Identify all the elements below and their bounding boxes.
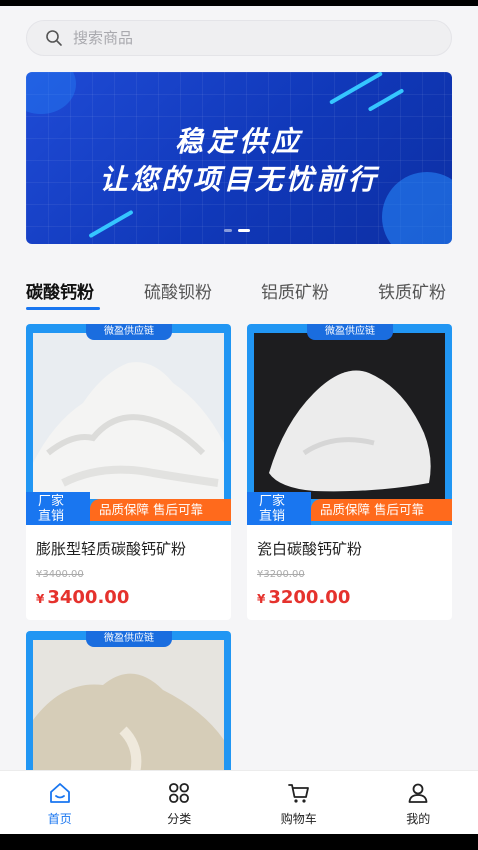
quality-tag: 品质保障 售后可靠 [311,499,452,521]
product-card[interactable]: 微盈供应链 厂家 直销 品质保障 售后可靠 瓷白碳酸钙矿粉 ¥3200.00 ¥3… [247,324,452,620]
tab-barium-sulfate[interactable]: 硫酸钡粉 [144,278,212,303]
banner-headline: 稳定供应 [174,125,303,158]
product-price: ¥3400.00 [36,587,130,608]
product-name: 膨胀型轻质碳酸钙矿粉 [36,540,187,558]
app-screen: 稳定供应 让您的项目无忧前行 碳酸钙粉 硫酸钡粉 铝质矿粉 铁质矿粉 微盈供应链… [0,6,478,834]
nav-profile-label: 我的 [406,812,431,826]
bottom-navigation: 首页 分类 购物车 我的 [0,770,478,834]
product-image: 微盈供应链 厂家 直销 品质保障 售后可靠 [247,324,452,525]
product-name: 瓷白碳酸钙矿粉 [257,540,363,558]
factory-direct-tag: 厂家 直销 [247,492,311,525]
tab-aluminum-ore[interactable]: 铝质矿粉 [261,278,329,303]
search-icon [46,30,62,46]
original-price: ¥3200.00 [257,569,305,580]
nav-category[interactable]: 分类 [120,771,240,834]
product-photo [33,333,224,499]
cart-icon [287,784,309,803]
nav-category-label: 分类 [167,812,192,826]
category-icon [169,783,190,803]
nav-profile[interactable]: 我的 [359,771,478,834]
factory-direct-tag: 厂家 直销 [26,492,90,525]
user-icon [408,783,428,803]
product-price: ¥3200.00 [257,587,351,608]
product-card[interactable]: 微盈供应链 厂家 直销 品质保障 售后可靠 膨胀型轻质碳酸钙矿粉 ¥3400.00… [26,324,231,620]
active-tab-indicator [26,307,100,310]
nav-home[interactable]: 首页 [0,771,120,834]
search-input[interactable] [73,29,413,47]
search-bar[interactable] [26,20,452,56]
banner-subheadline: 让您的项目无忧前行 [99,163,379,196]
nav-home-label: 首页 [47,812,72,826]
tab-iron-ore[interactable]: 铁质矿粉 [378,278,446,303]
home-icon [49,783,70,803]
quality-tag: 品质保障 售后可靠 [90,499,231,521]
category-tabs: 碳酸钙粉 硫酸钡粉 铝质矿粉 铁质矿粉 [26,278,466,314]
nav-cart[interactable]: 购物车 [239,771,359,834]
original-price: ¥3400.00 [36,569,84,580]
currency-symbol: ¥ [257,592,266,606]
supply-chain-tag: 微盈供应链 [307,324,393,340]
supply-chain-tag: 微盈供应链 [86,631,172,647]
banner-dot-active[interactable] [238,229,250,232]
tab-calcium-carbonate[interactable]: 碳酸钙粉 [26,278,94,303]
product-photo [254,333,445,499]
banner-dot[interactable] [224,229,232,232]
nav-cart-label: 购物车 [280,812,317,826]
currency-symbol: ¥ [36,592,45,606]
banner-pagination [224,229,250,232]
promo-banner[interactable]: 稳定供应 让您的项目无忧前行 [26,72,452,244]
supply-chain-tag: 微盈供应链 [86,324,172,340]
product-image: 微盈供应链 厂家 直销 品质保障 售后可靠 [26,324,231,525]
